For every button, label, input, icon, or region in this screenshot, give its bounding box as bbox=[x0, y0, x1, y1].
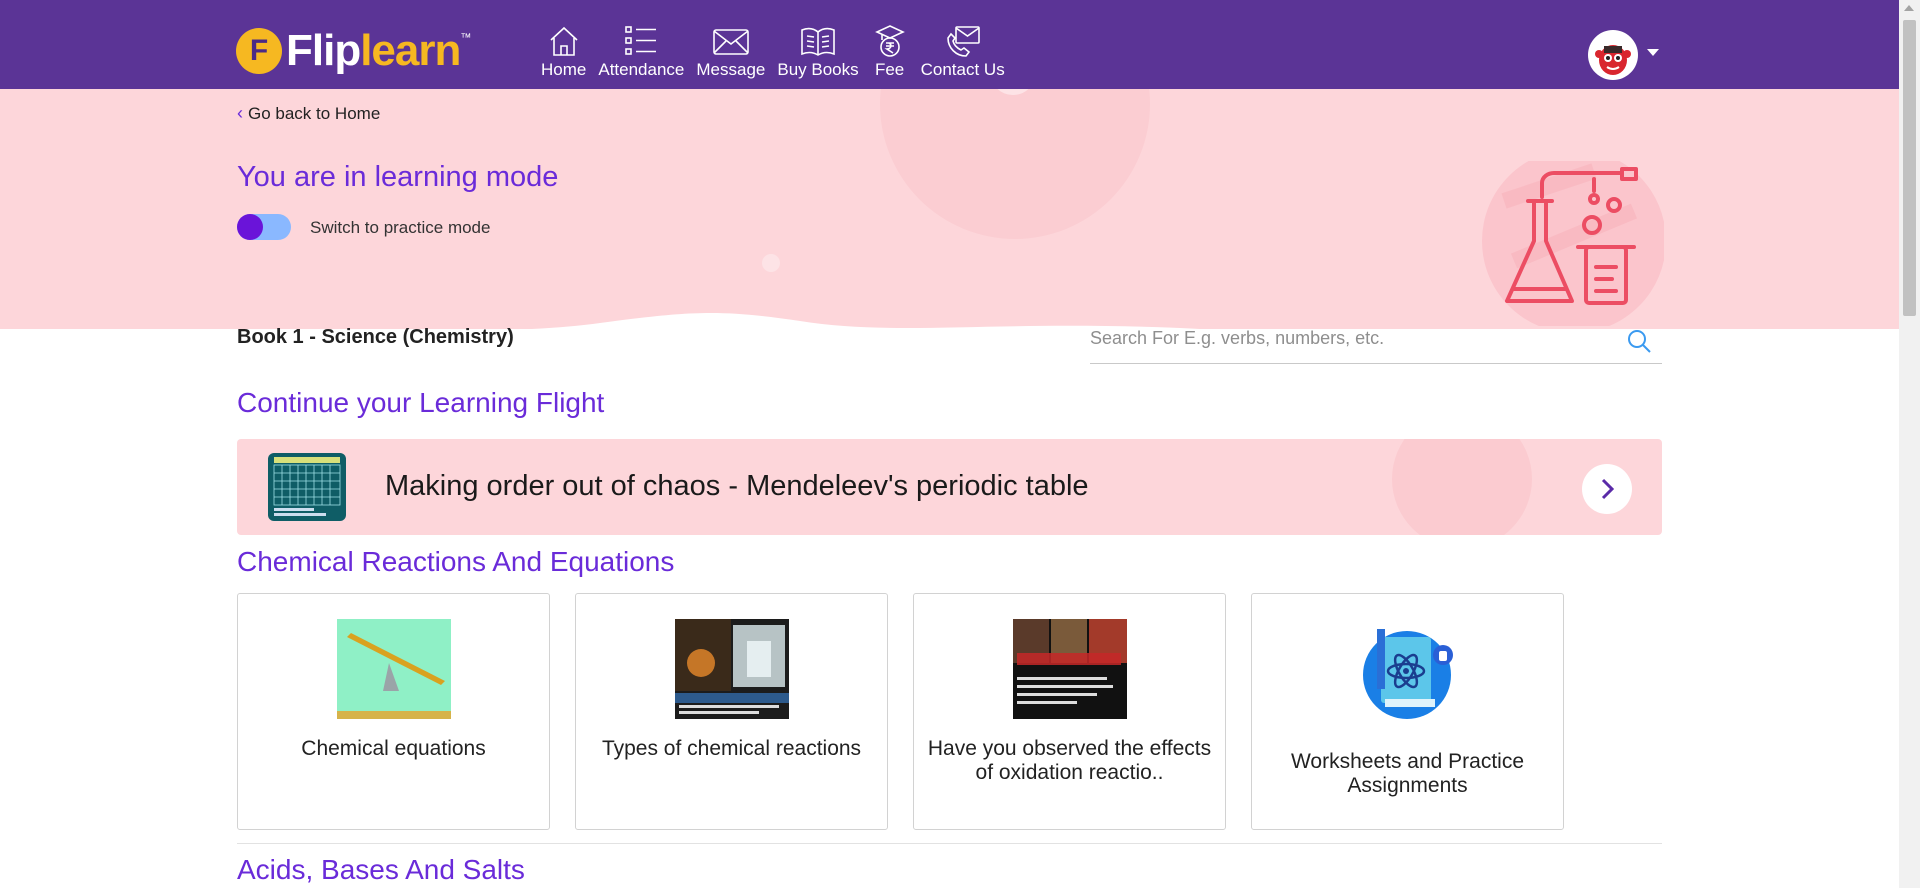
continue-learning-heading: Continue your Learning Flight bbox=[237, 387, 605, 418]
search-icon[interactable] bbox=[1626, 328, 1652, 354]
section-heading-chemical-reactions: Chemical Reactions And Equations bbox=[237, 546, 675, 577]
trademark-symbol: ™ bbox=[460, 32, 472, 44]
oxidation-effects-thumbnail bbox=[1013, 619, 1127, 719]
go-back-home-label: Go back to Home bbox=[248, 103, 381, 123]
chevron-left-icon: ‹ bbox=[237, 103, 243, 123]
practice-mode-toggle-label: Switch to practice mode bbox=[310, 218, 491, 237]
chemistry-flask-illustration bbox=[1482, 161, 1664, 326]
logo-badge: F bbox=[236, 28, 282, 74]
scroll-up-arrow-icon[interactable] bbox=[1904, 5, 1914, 11]
nav-message[interactable]: Message bbox=[690, 24, 771, 80]
learning-mode-banner: ‹ Go back to Home You are in learning mo… bbox=[0, 89, 1899, 329]
graduate-rupee-icon bbox=[874, 25, 905, 57]
nav-contact-us[interactable]: Contact Us bbox=[915, 24, 1011, 80]
book-title: Book 1 - Science (Chemistry) bbox=[237, 326, 514, 348]
topic-card-title: Worksheets and Practice Assignments bbox=[1290, 750, 1525, 797]
section-heading-acids-bases-salts: Acids, Bases And Salts bbox=[237, 854, 525, 885]
top-navigation-bar: F Fliplearn ™ Home Attendance Message Bu… bbox=[0, 0, 1899, 89]
nav-home[interactable]: Home bbox=[535, 24, 592, 80]
topic-card-title: Chemical equations bbox=[301, 737, 486, 760]
fliplearn-logo[interactable]: F Fliplearn ™ bbox=[236, 26, 471, 76]
types-of-reactions-thumbnail bbox=[675, 619, 789, 719]
nav-attendance[interactable]: Attendance bbox=[592, 24, 690, 80]
logo-text-flip: Flip bbox=[286, 26, 361, 75]
page: F Fliplearn ™ Home Attendance Message Bu… bbox=[0, 0, 1920, 888]
nav-message-label: Message bbox=[696, 60, 766, 79]
main-nav: Home Attendance Message Buy Books Fee Co… bbox=[535, 24, 1011, 80]
user-avatar[interactable] bbox=[1588, 30, 1638, 80]
topic-cards: Chemical equations Types of chemical rea… bbox=[237, 593, 1564, 830]
worksheet-atom-book-icon bbox=[1351, 619, 1465, 719]
decorative-circle bbox=[1392, 439, 1532, 535]
search-input[interactable] bbox=[1090, 316, 1610, 360]
periodic-table-thumbnail bbox=[268, 453, 346, 521]
nav-attendance-label: Attendance bbox=[598, 60, 685, 79]
go-back-home-link[interactable]: ‹ Go back to Home bbox=[237, 103, 380, 124]
nav-home-label: Home bbox=[541, 60, 587, 79]
nav-fee-label: Fee bbox=[874, 60, 905, 79]
topic-card[interactable]: Types of chemical reactions bbox=[575, 593, 888, 830]
mascot-avatar-icon bbox=[1595, 45, 1631, 75]
toggle-knob bbox=[237, 214, 263, 240]
list-icon bbox=[625, 26, 657, 55]
mode-title: You are in learning mode bbox=[237, 161, 559, 193]
nav-buy-books-label: Buy Books bbox=[777, 60, 859, 79]
nav-fee[interactable]: Fee bbox=[865, 24, 915, 80]
continue-learning-card[interactable]: Making order out of chaos - Mendeleev's … bbox=[237, 439, 1662, 535]
topic-card[interactable]: Chemical equations bbox=[237, 593, 550, 830]
book-icon bbox=[801, 27, 835, 56]
nav-contact-us-label: Contact Us bbox=[920, 60, 1005, 79]
logo-text-learn: learn bbox=[360, 26, 461, 75]
topic-card[interactable]: Worksheets and Practice Assignments bbox=[1251, 593, 1564, 830]
search-bar bbox=[1090, 316, 1662, 364]
chemical-equations-thumbnail bbox=[337, 619, 451, 719]
chevron-right-icon bbox=[1601, 478, 1615, 500]
practice-mode-toggle[interactable] bbox=[237, 214, 291, 240]
continue-learning-title: Making order out of chaos - Mendeleev's … bbox=[385, 470, 1089, 502]
scrollbar-thumb[interactable] bbox=[1903, 20, 1916, 316]
decorative-circle bbox=[880, 89, 1150, 239]
chevron-down-icon[interactable] bbox=[1647, 49, 1659, 56]
home-icon bbox=[550, 26, 578, 56]
topic-card[interactable]: Have you observed the effects of oxidati… bbox=[913, 593, 1226, 830]
nav-buy-books[interactable]: Buy Books bbox=[771, 24, 864, 80]
phone-envelope-icon bbox=[946, 26, 980, 57]
envelope-icon bbox=[713, 29, 749, 55]
topic-card-title: Have you observed the effects of oxidati… bbox=[927, 737, 1212, 784]
topic-card-title: Types of chemical reactions bbox=[601, 737, 862, 760]
section-divider bbox=[237, 843, 1662, 844]
continue-arrow-button[interactable] bbox=[1582, 464, 1632, 514]
